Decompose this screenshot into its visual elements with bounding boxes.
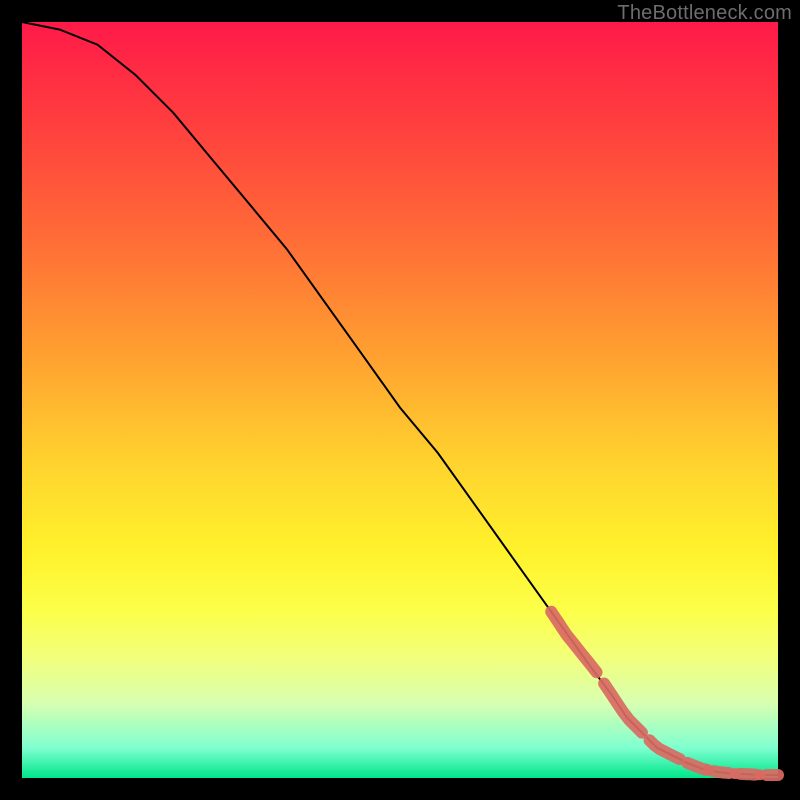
chart-frame: TheBottleneck.com (0, 0, 800, 800)
plot-area (22, 22, 778, 778)
bottleneck-curve-line (22, 22, 778, 775)
chart-svg (22, 22, 778, 778)
highlight-segment-line (551, 612, 778, 781)
